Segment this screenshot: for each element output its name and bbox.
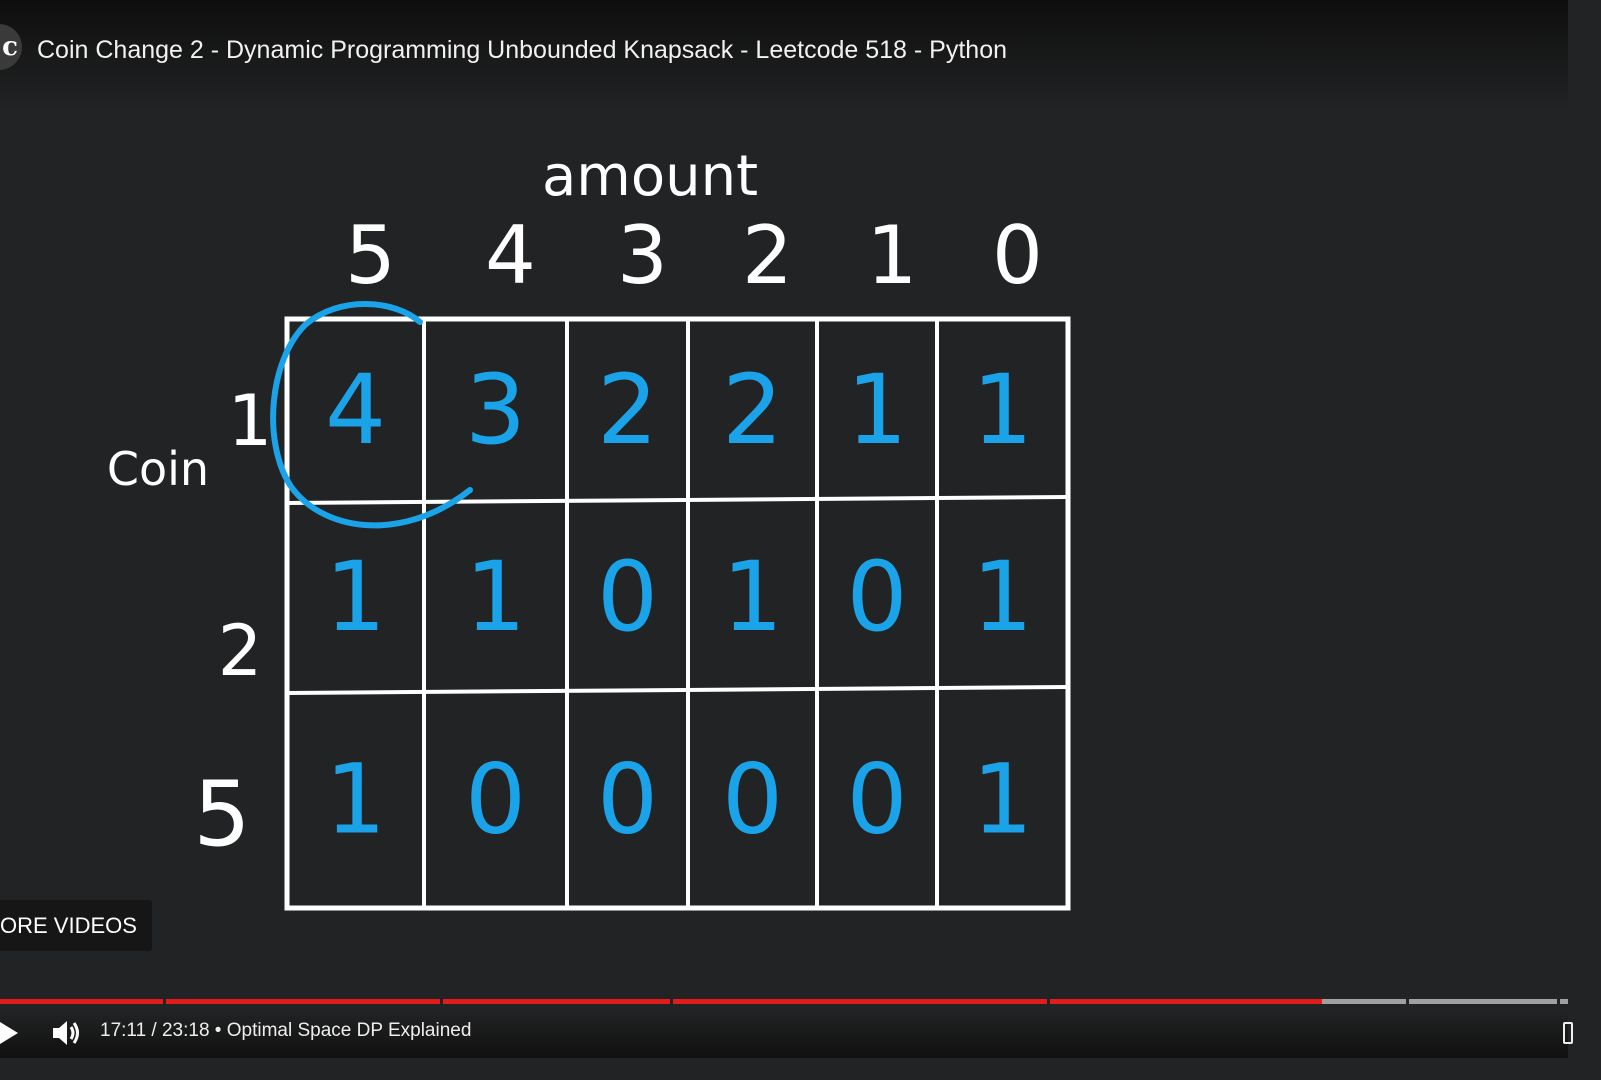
chapter-gap <box>670 999 673 1005</box>
amount-header: 2 <box>742 209 793 302</box>
chapter-gap <box>440 999 443 1005</box>
table-border <box>284 316 1071 911</box>
amount-header: 1 <box>867 209 918 302</box>
dp-cell-value: 1 <box>846 354 907 466</box>
amount-header: 0 <box>992 209 1043 302</box>
dp-cell-value: 0 <box>597 744 658 856</box>
dp-cells: 4 3 2 2 1 11 1 0 1 0 11 0 0 0 0 1 <box>270 301 1033 856</box>
row-divider <box>286 495 1069 505</box>
volume-icon[interactable] <box>50 1018 82 1048</box>
coin-header: 5 <box>193 762 250 867</box>
miniplayer-icon[interactable] <box>1563 1022 1573 1044</box>
dp-cell-value: 1 <box>722 541 783 653</box>
amount-header: 5 <box>345 209 396 302</box>
amount-header: 4 <box>485 209 536 302</box>
dp-cell-value: 0 <box>846 541 907 653</box>
dp-cell-value: 1 <box>972 744 1033 856</box>
dp-cell-value: 2 <box>597 354 658 466</box>
chapter-gap <box>163 999 166 1005</box>
play-icon[interactable] <box>0 1020 22 1046</box>
dp-cell-value: 0 <box>846 744 907 856</box>
time-display: 17:11 / 23:18 • Optimal Space DP Explain… <box>100 1020 472 1041</box>
chapter-gap <box>1406 999 1409 1005</box>
dp-table <box>284 316 1071 911</box>
coin-label: Coin <box>107 442 209 496</box>
amount-header: 3 <box>617 209 668 302</box>
progress-bar[interactable] <box>0 999 1568 1005</box>
chapter-gap <box>1557 999 1560 1005</box>
amount-headers: 543210 <box>345 209 1043 302</box>
dp-cell-value: 4 <box>325 354 386 466</box>
chapter-gap <box>1047 999 1050 1005</box>
dp-cell-value: 3 <box>465 354 526 466</box>
coin-header: 2 <box>218 610 263 692</box>
dp-cell-value: 1 <box>972 541 1033 653</box>
row-divider <box>286 685 1069 695</box>
amount-label: amount <box>542 144 758 209</box>
progress-played <box>0 999 1322 1004</box>
dp-cell-value: 0 <box>722 744 783 856</box>
coin-header: 1 <box>228 380 273 462</box>
dp-cell-value: 1 <box>325 541 386 653</box>
player-controls: 17:11 / 23:18 • Optimal Space DP Explain… <box>0 1010 1573 1058</box>
dp-cell-value: 0 <box>597 541 658 653</box>
dp-cell-value: 2 <box>722 354 783 466</box>
dp-cell-value: 1 <box>465 541 526 653</box>
dp-cell-value: 0 <box>465 744 526 856</box>
whiteboard: amount Coin 543210 125 4 3 2 2 1 11 1 0 1 0 11 0 0 0 0… <box>107 144 1071 911</box>
dp-cell-value: 1 <box>972 354 1033 466</box>
more-videos-button[interactable]: ORE VIDEOS <box>0 900 152 951</box>
dp-cell-value: 1 <box>325 744 386 856</box>
